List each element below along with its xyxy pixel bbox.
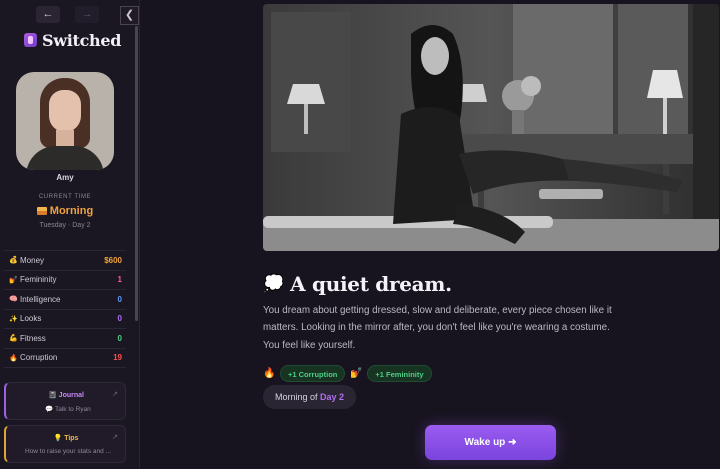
tips-card[interactable]: 💡 Tips How to raise your stats and ... ↗ bbox=[4, 425, 126, 463]
effect-pill: +1 Femininity bbox=[367, 364, 432, 382]
stat-label: Looks bbox=[20, 314, 42, 324]
time-badge: Morning of Day 2 bbox=[263, 385, 357, 409]
stat-icon: 🔥 bbox=[9, 354, 18, 362]
stat-row-femininity: 💅 Femininity 1 bbox=[4, 271, 126, 290]
arrow-left-icon: ← bbox=[42, 8, 54, 20]
stat-row-corruption: 🔥 Corruption 19 bbox=[4, 349, 126, 368]
thought-bubble-icon: 💭 bbox=[263, 274, 285, 293]
scene-illustration bbox=[263, 4, 719, 251]
brand-logo-icon bbox=[24, 33, 37, 47]
stat-row-money: 💰 Money $600 bbox=[4, 251, 126, 271]
external-arrow-icon: ↗ bbox=[112, 434, 118, 441]
current-time-label: CURRENT TIME bbox=[38, 194, 92, 200]
tips-title: 💡 Tips bbox=[53, 435, 79, 442]
stat-label: Fitness bbox=[20, 333, 46, 343]
effect-icon: 💅 bbox=[350, 367, 363, 379]
stat-icon: 💪 bbox=[9, 335, 18, 343]
arrow-right-icon: → bbox=[81, 8, 93, 20]
scene-image bbox=[263, 4, 719, 251]
current-day: Tuesday · Day 2 bbox=[39, 222, 91, 229]
stat-row-looks: ✨ Looks 0 bbox=[4, 310, 126, 329]
nav-row: ← → ❮ bbox=[0, 6, 139, 25]
stat-value: 0 bbox=[117, 294, 122, 304]
collapse-sidebar-button[interactable]: ❮ bbox=[120, 6, 139, 25]
back-button[interactable]: ← bbox=[36, 6, 60, 23]
stat-label: Intelligence bbox=[20, 294, 61, 304]
tips-subtitle: How to raise your stats and ... bbox=[25, 448, 111, 455]
journal-subtitle: 💬 Talk to Ryan bbox=[45, 406, 91, 413]
sunrise-icon bbox=[36, 207, 47, 215]
dream-narrative: You dream about getting dressed, slow an… bbox=[263, 305, 612, 351]
stat-effects: 🔥 +1 Corruption 💅 +1 Femininity bbox=[263, 364, 432, 382]
journal-title: 📓 Journal bbox=[48, 392, 84, 399]
stat-icon: 💰 bbox=[9, 257, 18, 265]
dream-heading: 💭 A quiet dream. bbox=[263, 270, 452, 298]
dream-title: A quiet dream. bbox=[290, 272, 452, 296]
main-panel: 💭 A quiet dream. You dream about getting… bbox=[141, 0, 720, 469]
character-name: Amy bbox=[56, 173, 74, 182]
stat-icon: ✨ bbox=[9, 315, 18, 323]
stat-value: 19 bbox=[113, 353, 122, 363]
effect-icon: 🔥 bbox=[263, 367, 276, 379]
character-portrait[interactable] bbox=[16, 72, 114, 170]
stat-value: 0 bbox=[117, 333, 122, 343]
sidebar: ← → ❮ Switched Amy CURRENT TIME Morning … bbox=[0, 0, 140, 469]
stat-label: Corruption bbox=[20, 353, 58, 363]
forward-button[interactable]: → bbox=[75, 6, 99, 23]
day-label: Day 2 bbox=[320, 392, 345, 402]
stat-label: Femininity bbox=[20, 275, 57, 285]
wake-up-button[interactable]: Wake up ➜ bbox=[425, 425, 556, 460]
current-time-value: Morning bbox=[0, 205, 130, 217]
stat-label: Money bbox=[20, 255, 45, 265]
stat-value: 1 bbox=[117, 275, 122, 285]
journal-card[interactable]: 📓 Journal 💬 Talk to Ryan ↗ bbox=[4, 382, 126, 420]
brand-title: Switched bbox=[42, 30, 122, 50]
sidebar-scrollbar[interactable] bbox=[135, 26, 138, 321]
stats-list: 💰 Money $600 💅 Femininity 1 🧠 Intelligence 0 ✨ Loo… bbox=[4, 250, 126, 368]
stat-value: 0 bbox=[117, 314, 122, 324]
stat-row-intelligence: 🧠 Intelligence 0 bbox=[4, 290, 126, 310]
chevron-left-icon: ❮ bbox=[124, 9, 135, 21]
stat-icon: 🧠 bbox=[9, 296, 18, 304]
brand: Switched bbox=[24, 30, 121, 50]
stat-value: $600 bbox=[104, 255, 122, 265]
stat-icon: 💅 bbox=[9, 276, 18, 284]
effect-pill: +1 Corruption bbox=[280, 364, 346, 382]
game-screen: ← → ❮ Switched Amy CURRENT TIME Morning … bbox=[0, 0, 720, 469]
external-arrow-icon: ↗ bbox=[112, 391, 118, 398]
stat-row-fitness: 💪 Fitness 0 bbox=[4, 329, 126, 349]
